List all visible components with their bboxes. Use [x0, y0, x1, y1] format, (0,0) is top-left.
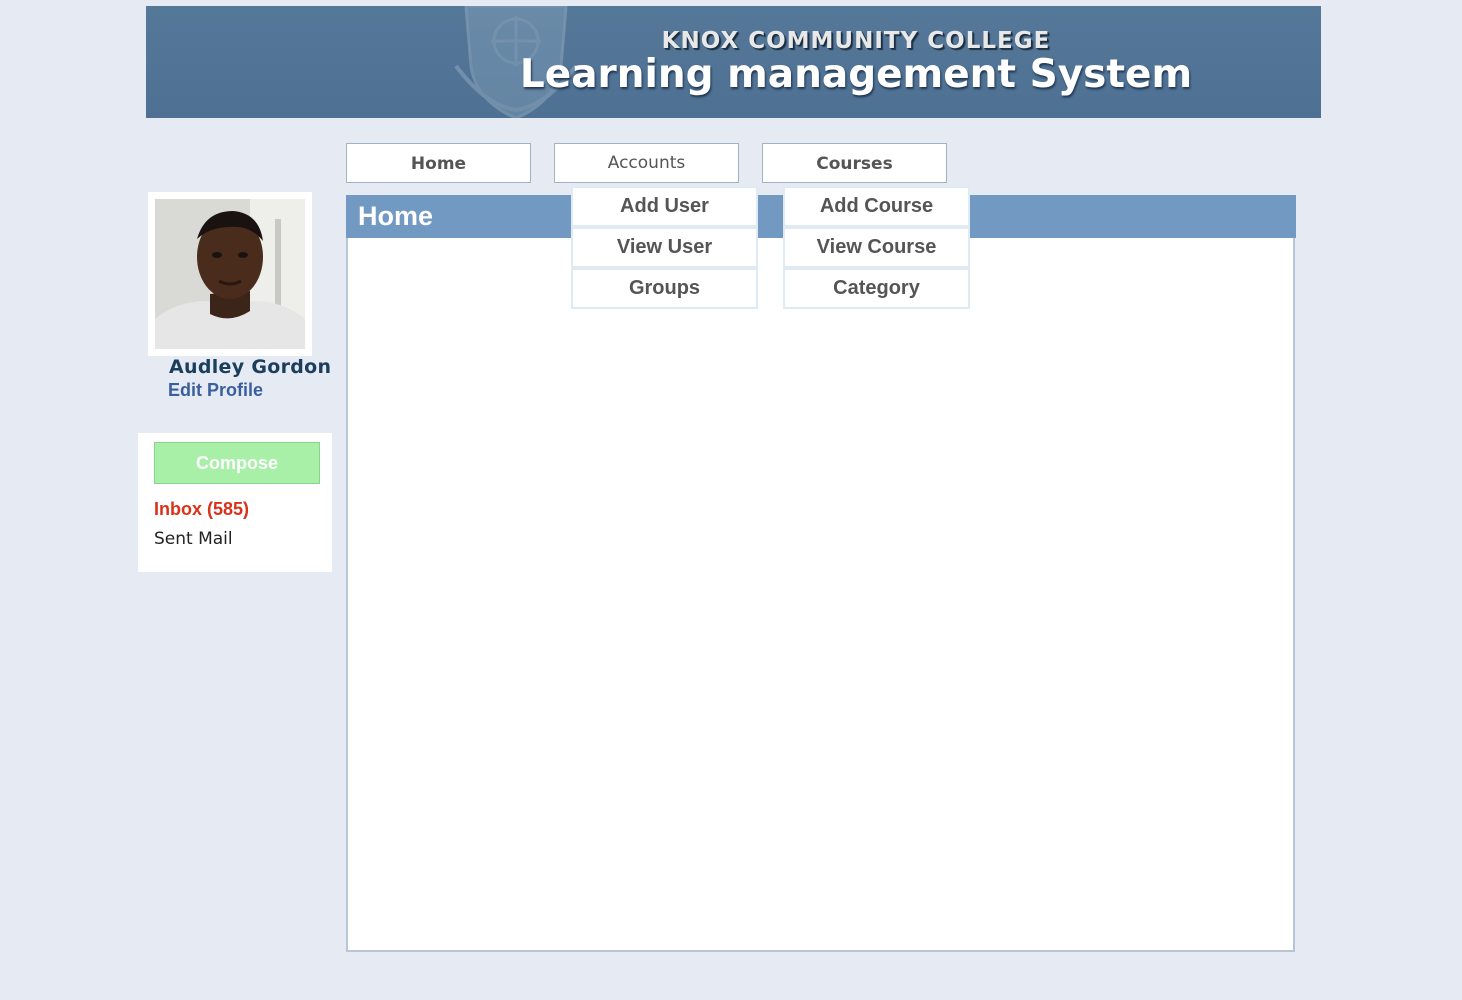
sent-mail-link[interactable]: Sent Mail — [154, 529, 233, 549]
page: KNOX COMMUNITY COLLEGE Learning manageme… — [0, 0, 1462, 1000]
system-title: Learning management System — [519, 52, 1193, 97]
nav-accounts-button[interactable]: Accounts — [554, 143, 739, 183]
menu-item-category[interactable]: Category — [783, 268, 970, 309]
content-panel — [346, 238, 1295, 952]
menu-item-view-course[interactable]: View Course — [783, 227, 970, 268]
courses-dropdown-menu: Add Course View Course Category — [783, 186, 970, 309]
menu-item-add-course[interactable]: Add Course — [783, 186, 970, 227]
page-title: Home — [358, 201, 434, 231]
edit-profile-link[interactable]: Edit Profile — [168, 380, 263, 401]
avatar — [155, 199, 305, 349]
site-banner: KNOX COMMUNITY COLLEGE Learning manageme… — [146, 6, 1321, 118]
nav-courses-button[interactable]: Courses — [762, 143, 947, 183]
nav-home-button[interactable]: Home — [346, 143, 531, 183]
compose-button[interactable]: Compose — [154, 442, 320, 484]
avatar-frame — [148, 192, 312, 356]
mail-panel: Compose Inbox (585) Sent Mail — [138, 433, 332, 572]
menu-item-add-user[interactable]: Add User — [571, 186, 758, 227]
inbox-link[interactable]: Inbox (585) — [154, 499, 249, 520]
profile-name: Audley Gordon — [169, 356, 332, 378]
menu-item-view-user[interactable]: View User — [571, 227, 758, 268]
accounts-dropdown-menu: Add User View User Groups — [571, 186, 758, 309]
menu-item-groups[interactable]: Groups — [571, 268, 758, 309]
college-name: KNOX COMMUNITY COLLEGE — [661, 28, 1051, 54]
